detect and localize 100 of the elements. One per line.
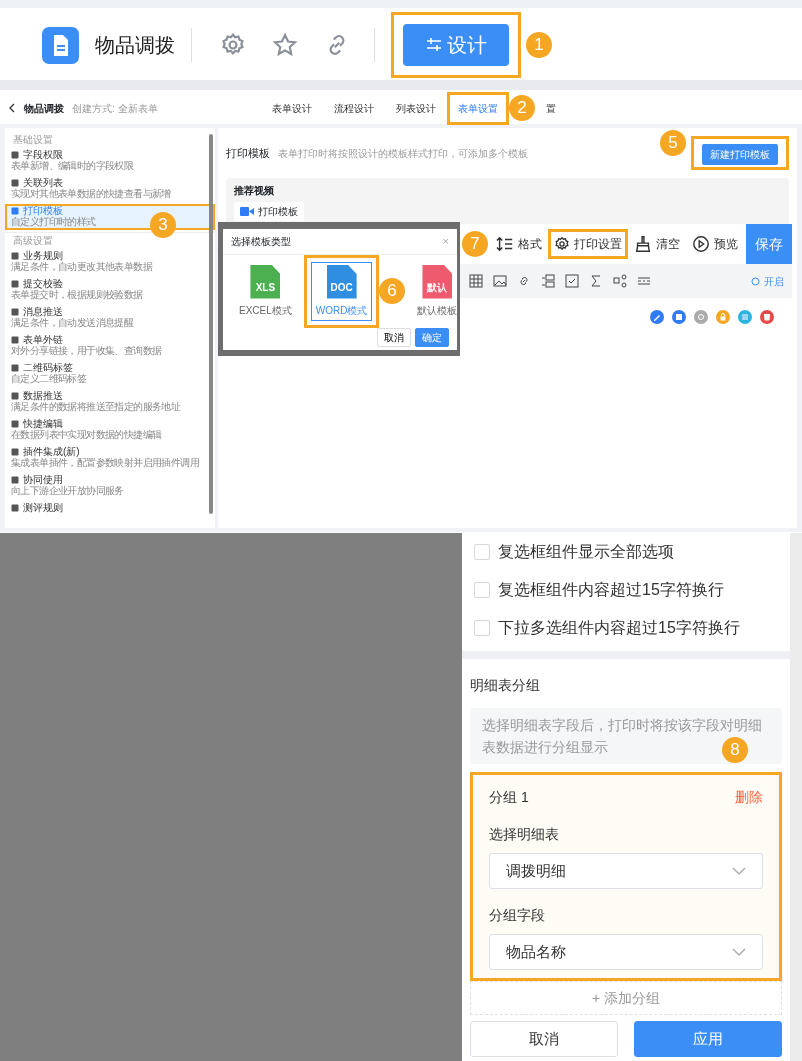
- toolbar-button[interactable]: 预览: [686, 229, 744, 259]
- list-icon[interactable]: [738, 310, 752, 324]
- sidebar-item[interactable]: 插件集成(新) 集成表单插件，配置参数映射并启用插件调用: [5, 445, 215, 471]
- field-label: 选择明细表: [489, 825, 560, 844]
- lock-icon[interactable]: [716, 310, 730, 324]
- item-description: 集成表单插件，配置参数映射并启用插件调用: [11, 457, 199, 468]
- checkbox-option[interactable]: 下拉多选组件内容超过15字符换行: [462, 609, 790, 647]
- form-title: 物品调拨: [24, 101, 64, 116]
- template-option[interactable]: 默认 默认模板: [412, 261, 463, 321]
- image-icon[interactable]: [492, 273, 508, 289]
- template-option[interactable]: DOC WORD模式: [310, 261, 373, 321]
- square-icon: [11, 251, 19, 260]
- sidebar-item[interactable]: 关联列表 实现对其他表单数据的快捷查看与新增: [5, 176, 215, 202]
- item-title: 业务规则: [23, 250, 63, 261]
- settings-icon[interactable]: [694, 310, 708, 324]
- cancel-button[interactable]: 取消: [377, 327, 411, 347]
- tab[interactable]: 列表设计: [384, 91, 447, 125]
- video-icon: [240, 207, 254, 216]
- sidebar-item[interactable]: 测评规则: [5, 501, 215, 516]
- item-title: 关联列表: [23, 177, 63, 188]
- item-description: 满足条件，自动发送消息提醒: [11, 317, 134, 328]
- trash-icon[interactable]: [760, 310, 774, 324]
- tab[interactable]: 表单设计: [260, 91, 323, 125]
- checkbox-icon[interactable]: [564, 273, 580, 289]
- toolbar-button[interactable]: 格式: [490, 229, 548, 259]
- circle-icon: [751, 276, 760, 286]
- checkbox-option[interactable]: 复选框组件显示全部选项: [462, 533, 790, 571]
- option-label: 复选框组件显示全部选项: [498, 542, 674, 562]
- form-title: 物品调拨: [95, 33, 175, 58]
- edit-icon[interactable]: [650, 310, 664, 324]
- select-field[interactable]: 调拨明细: [489, 853, 763, 889]
- sidebar-item[interactable]: 快捷编辑 在数据列表中实现对数据的快捷编辑: [5, 417, 215, 443]
- tab[interactable]: 表单设置: [446, 91, 509, 125]
- creation-mode: 创建方式: 全新表单: [72, 101, 158, 116]
- template-option[interactable]: XLS EXCEL模式: [234, 261, 297, 321]
- back-icon[interactable]: [8, 103, 16, 113]
- checkbox[interactable]: [474, 582, 490, 598]
- table-icon[interactable]: [468, 273, 484, 289]
- toolbar-button[interactable]: 清空: [628, 229, 686, 259]
- square-icon: [11, 206, 19, 215]
- item-title: 数据推送: [23, 390, 63, 401]
- sidebar-item[interactable]: 二维码标签 自定义二维码标签: [5, 361, 215, 387]
- copy-icon[interactable]: [672, 310, 686, 324]
- sidebar-item[interactable]: 业务规则 满足条件，自动更改其他表单数据: [5, 249, 215, 275]
- item-title: 表单外链: [23, 334, 63, 345]
- sidebar-item[interactable]: 提交校验 表单提交时，根据规则校验数据: [5, 277, 215, 303]
- item-description: 自定义打印时的样式: [11, 216, 96, 227]
- checkbox-option[interactable]: 复选框组件内容超过15字符换行: [462, 571, 790, 609]
- square-icon: [11, 419, 19, 428]
- square-icon: [11, 307, 19, 316]
- square-icon: [11, 447, 19, 456]
- sidebar-item[interactable]: 数据推送 满足条件的数据将推送至指定的服务地址: [5, 389, 215, 415]
- section-heading: 基础设置: [12, 133, 54, 147]
- toolbar-button[interactable]: 打印设置: [548, 229, 628, 259]
- nodes-icon[interactable]: [612, 273, 628, 289]
- cancel-button[interactable]: 取消: [470, 1021, 618, 1057]
- item-title: 快捷编辑: [23, 418, 63, 429]
- square-icon: [11, 178, 19, 187]
- sidebar-item[interactable]: 字段权限 表单新增、编辑时的字段权限: [5, 148, 215, 174]
- item-description: 满足条件的数据将推送至指定的服务地址: [11, 401, 181, 412]
- scrollbar[interactable]: [209, 134, 213, 514]
- group-heading: 明细表分组: [470, 676, 541, 695]
- option-label: 下拉多选组件内容超过15字符换行: [498, 618, 740, 638]
- file-icon: 默认: [422, 264, 453, 299]
- sidebar-item[interactable]: 协同使用 向上下游企业开放协同服务: [5, 473, 215, 499]
- square-icon: [11, 503, 19, 512]
- item-title: 协同使用: [23, 474, 63, 485]
- checkbox[interactable]: [474, 544, 490, 560]
- option-label: 复选框组件内容超过15字符换行: [498, 580, 724, 600]
- chevron-down-icon: [732, 948, 746, 956]
- video-chip[interactable]: 打印模板: [234, 202, 304, 221]
- file-icon: DOC: [326, 264, 357, 299]
- square-icon: [11, 279, 19, 288]
- select-field[interactable]: 物品名称: [489, 934, 763, 970]
- dialog-title: 选择模板类型: [231, 234, 291, 249]
- item-title: 测评规则: [23, 502, 63, 513]
- checkbox[interactable]: [474, 620, 490, 636]
- square-icon: [11, 475, 19, 484]
- broom-icon: [634, 235, 652, 253]
- square-icon: [11, 363, 19, 372]
- line-spacing-icon: [496, 235, 514, 253]
- layout-icon[interactable]: [540, 273, 556, 289]
- play-icon: [692, 235, 710, 253]
- video-heading: 推荐视频: [234, 184, 275, 198]
- settings-icon: [554, 236, 570, 252]
- item-title: 消息推送: [23, 306, 63, 317]
- tab[interactable]: 置: [534, 91, 567, 125]
- item-title: 提交校验: [23, 278, 63, 289]
- item-description: 满足条件，自动更改其他表单数据: [11, 261, 152, 272]
- sidebar-item[interactable]: 消息推送 满足条件，自动发送消息提醒: [5, 305, 215, 331]
- item-title: 二维码标签: [23, 362, 73, 373]
- chevron-down-icon: [732, 867, 746, 875]
- sidebar-item[interactable]: 表单外链 对外分享链接，用于收集、查询数据: [5, 333, 215, 359]
- item-title: 插件集成(新): [23, 446, 80, 457]
- group-title: 分组 1: [489, 788, 529, 807]
- square-icon: [11, 150, 19, 159]
- star-icon[interactable]: [272, 32, 298, 58]
- field-label: 分组字段: [489, 906, 546, 925]
- tab[interactable]: 流程设计: [322, 91, 385, 125]
- item-description: 自定义二维码标签: [11, 373, 87, 384]
